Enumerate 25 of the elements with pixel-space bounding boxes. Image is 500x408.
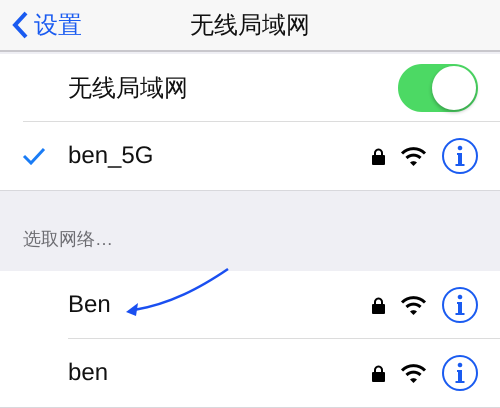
chevron-icon (12, 11, 28, 39)
checkmark-icon (22, 147, 46, 165)
back-button[interactable]: 设置 (0, 9, 82, 41)
wifi-icon (401, 296, 426, 314)
network-name: ben (68, 359, 108, 387)
wifi-toggle[interactable] (398, 64, 478, 112)
info-icon (455, 145, 465, 167)
wifi-label: 无线局域网 (68, 74, 188, 104)
network-row[interactable]: ben (0, 339, 500, 407)
lock-icon (372, 148, 385, 164)
info-button[interactable] (442, 287, 478, 323)
network-name: Ben (68, 291, 111, 319)
section-header: 选取网络… (22, 228, 114, 251)
info-button[interactable] (442, 355, 478, 391)
lock-icon (372, 296, 385, 314)
network-name: ben_5G (68, 142, 154, 170)
lock-icon (372, 364, 385, 382)
info-icon (455, 362, 465, 384)
wifi-icon (401, 146, 426, 166)
screen-title: 无线局域网 (190, 11, 310, 41)
network-row[interactable]: Ben (0, 271, 500, 339)
network-row[interactable]: ben_5G (0, 122, 500, 190)
wifi-icon (401, 364, 426, 382)
info-icon (455, 294, 465, 316)
info-button[interactable] (442, 138, 478, 174)
